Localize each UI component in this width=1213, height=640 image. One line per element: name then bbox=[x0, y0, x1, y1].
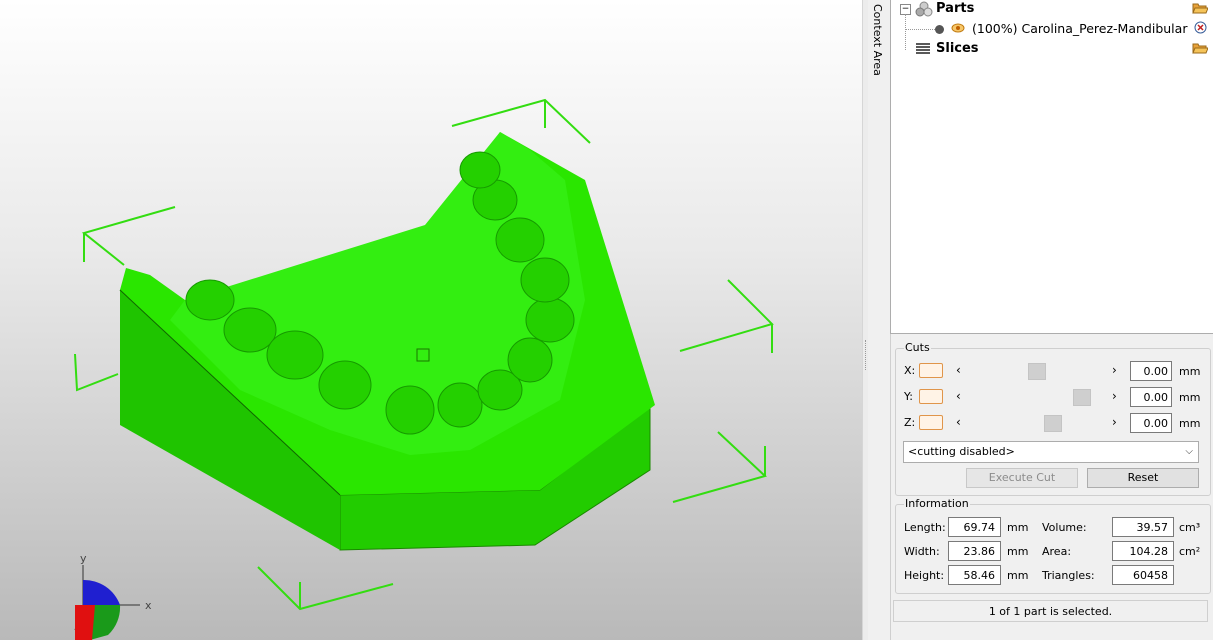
area-unit: cm² bbox=[1179, 545, 1201, 558]
chevron-down-icon: ⌵ bbox=[1185, 446, 1193, 457]
part-name: (100%) Carolina_Perez-Mandibular bbox=[972, 21, 1188, 36]
cut-z-slider[interactable] bbox=[968, 415, 1108, 432]
triangles-label: Triangles: bbox=[1042, 569, 1095, 582]
context-area-tab[interactable]: Context Area bbox=[868, 0, 891, 640]
cut-x-unit: mm bbox=[1179, 365, 1201, 378]
folder-open-icon[interactable] bbox=[1192, 2, 1208, 15]
volume-unit: cm³ bbox=[1179, 521, 1201, 534]
cut-z-value[interactable]: 0.00 bbox=[1130, 413, 1172, 433]
cut-x-toggle[interactable] bbox=[919, 363, 943, 378]
cut-z-right-arrow[interactable]: › bbox=[1112, 415, 1117, 429]
length-label: Length: bbox=[904, 521, 946, 534]
area-label: Area: bbox=[1042, 545, 1072, 558]
cut-y-slider[interactable] bbox=[968, 389, 1108, 406]
volume-label: Volume: bbox=[1042, 521, 1087, 534]
cut-x-slider-thumb[interactable] bbox=[1028, 363, 1046, 380]
cut-y-right-arrow[interactable]: › bbox=[1112, 389, 1117, 403]
context-area-label: Context Area bbox=[871, 4, 884, 76]
cut-y-label: Y: bbox=[904, 390, 913, 403]
area-value: 104.28 bbox=[1112, 541, 1174, 561]
cut-x-value[interactable]: 0.00 bbox=[1130, 361, 1172, 381]
height-label: Height: bbox=[904, 569, 945, 582]
volume-value: 39.57 bbox=[1112, 517, 1174, 537]
eye-icon[interactable] bbox=[951, 22, 965, 34]
execute-cut-button[interactable]: Execute Cut bbox=[966, 468, 1078, 488]
folder-open-icon[interactable] bbox=[1192, 42, 1208, 55]
cut-z-left-arrow[interactable]: ‹ bbox=[956, 415, 961, 429]
parts-icon bbox=[915, 1, 933, 17]
cuts-title: Cuts bbox=[904, 341, 931, 354]
cut-z-unit: mm bbox=[1179, 417, 1201, 430]
remove-circle-icon[interactable] bbox=[1194, 21, 1207, 34]
axis-x-label: x bbox=[145, 599, 152, 612]
part-status-icon bbox=[935, 25, 944, 34]
cut-y-toggle[interactable] bbox=[919, 389, 943, 404]
width-label: Width: bbox=[904, 545, 940, 558]
cut-y-unit: mm bbox=[1179, 391, 1201, 404]
triangles-value: 60458 bbox=[1112, 565, 1174, 585]
3d-viewport[interactable]: y x bbox=[0, 0, 862, 640]
cut-z-slider-thumb[interactable] bbox=[1044, 415, 1062, 432]
cut-y-left-arrow[interactable]: ‹ bbox=[956, 389, 961, 403]
slices-icon bbox=[916, 43, 930, 54]
information-title: Information bbox=[904, 497, 970, 510]
cut-z-label: Z: bbox=[904, 416, 916, 429]
mandibular-model[interactable] bbox=[119, 132, 655, 551]
length-value: 69.74 bbox=[948, 517, 1001, 537]
model-view[interactable]: y x bbox=[0, 0, 862, 640]
cut-x-left-arrow[interactable]: ‹ bbox=[956, 363, 961, 377]
cut-x-right-arrow[interactable]: › bbox=[1112, 363, 1117, 377]
height-unit: mm bbox=[1007, 569, 1029, 582]
axis-y-label: y bbox=[80, 552, 87, 565]
reset-button[interactable]: Reset bbox=[1087, 468, 1199, 488]
cutting-mode-select[interactable]: <cutting disabled> ⌵ bbox=[903, 441, 1199, 463]
cut-y-value[interactable]: 0.00 bbox=[1130, 387, 1172, 407]
slices-label: Slices bbox=[936, 41, 979, 56]
length-unit: mm bbox=[1007, 521, 1029, 534]
cut-x-slider[interactable] bbox=[968, 363, 1108, 380]
width-unit: mm bbox=[1007, 545, 1029, 558]
selection-status: 1 of 1 part is selected. bbox=[893, 600, 1208, 622]
cut-z-toggle[interactable] bbox=[919, 415, 943, 430]
cutting-mode-value: <cutting disabled> bbox=[908, 445, 1015, 458]
axis-triad: y x bbox=[74, 552, 152, 640]
parts-tree[interactable]: − Parts (100%) Carolina_Perez-Mandibular… bbox=[890, 0, 1213, 334]
height-value: 58.46 bbox=[948, 565, 1001, 585]
cut-x-label: X: bbox=[904, 364, 916, 377]
width-value: 23.86 bbox=[948, 541, 1001, 561]
cut-y-slider-thumb[interactable] bbox=[1073, 389, 1091, 406]
parts-label: Parts bbox=[936, 1, 975, 16]
